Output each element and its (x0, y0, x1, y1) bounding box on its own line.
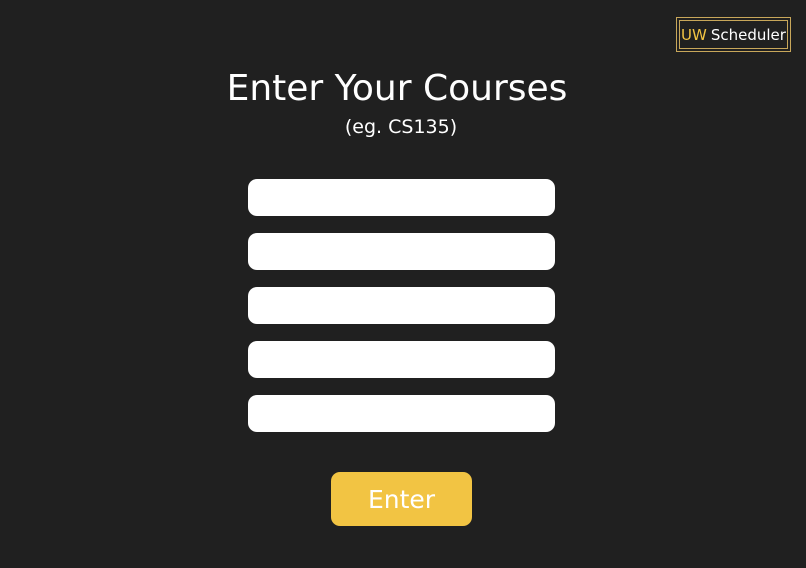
course-input-1[interactable] (248, 179, 555, 216)
page-subtitle: (eg. CS135) (344, 116, 458, 138)
course-input-3[interactable] (248, 287, 555, 324)
course-input-2[interactable] (248, 233, 555, 270)
course-input-4[interactable] (248, 341, 555, 378)
logo-accent-text: UW (681, 25, 707, 44)
course-input-5[interactable] (248, 395, 555, 432)
logo-text: Scheduler (710, 25, 786, 44)
enter-button[interactable]: Enter (331, 472, 472, 526)
page-title: Enter Your Courses (226, 68, 568, 109)
uw-scheduler-logo[interactable]: UW Scheduler (676, 17, 791, 52)
